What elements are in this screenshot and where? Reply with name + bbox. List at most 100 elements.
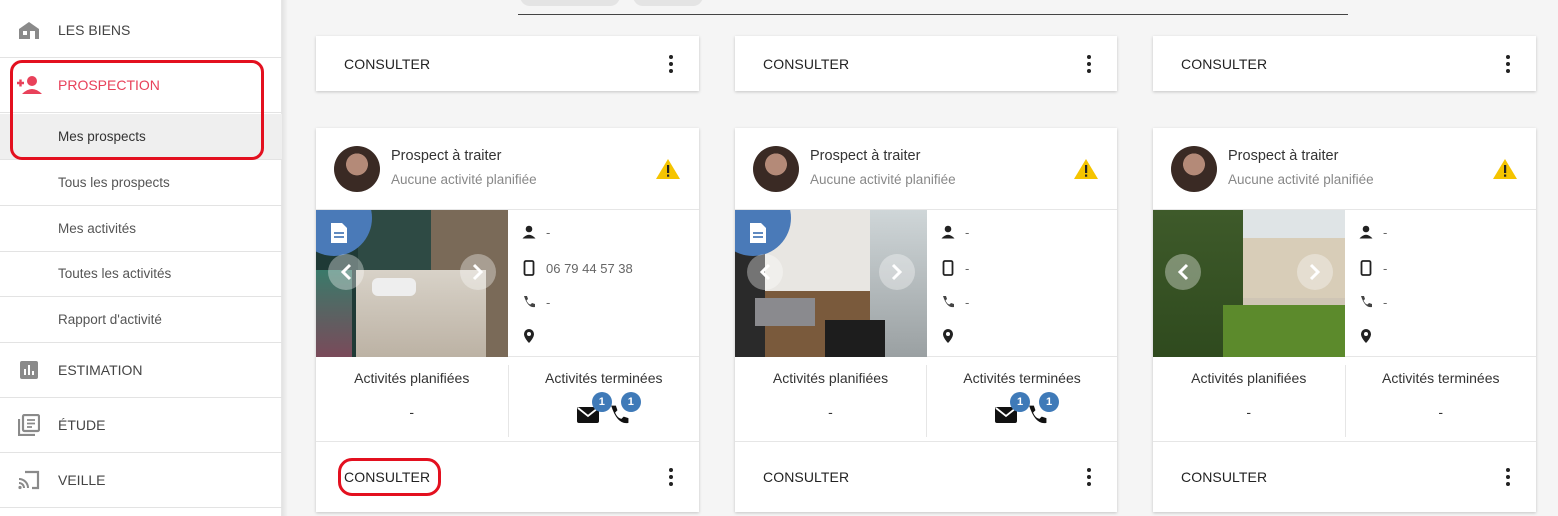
prospect-card-footer: CONSULTER bbox=[316, 442, 699, 512]
completed-activities-label: Activités terminées bbox=[963, 370, 1081, 386]
completed-activities: Activités terminées 1 1 bbox=[926, 365, 1117, 437]
consulter-button[interactable]: CONSULTER bbox=[344, 56, 430, 72]
phone-icon bbox=[1355, 295, 1377, 309]
person-icon bbox=[518, 225, 540, 239]
avatar bbox=[334, 146, 380, 192]
avatar bbox=[1171, 146, 1217, 192]
contact-person-value: - bbox=[546, 224, 551, 240]
contact-location-row bbox=[1355, 326, 1383, 346]
property-photo bbox=[735, 210, 927, 357]
consulter-button[interactable]: CONSULTER bbox=[1181, 469, 1267, 485]
sidebar-item-rapport-activite[interactable]: Rapport d'activité bbox=[0, 297, 282, 343]
filter-chip[interactable] bbox=[633, 0, 703, 6]
planned-activities: Activités planifiées - bbox=[1153, 357, 1345, 442]
prospect-card-footer: CONSULTER bbox=[316, 36, 699, 91]
prospect-card-header: Prospect à traiter Aucune activité plani… bbox=[316, 128, 699, 210]
phone-icon bbox=[937, 295, 959, 309]
planned-activities-label: Activités planifiées bbox=[1191, 370, 1307, 386]
prospect-card: Prospect à traiter Aucune activité plani… bbox=[1153, 128, 1536, 512]
prospect-card-body: - 06 79 44 57 38 - bbox=[316, 210, 699, 357]
prospect-card-footer: CONSULTER bbox=[1153, 442, 1536, 512]
mobile-icon bbox=[937, 260, 959, 276]
more-vert-icon[interactable] bbox=[1506, 468, 1510, 486]
annotation-highlight-oval bbox=[338, 458, 441, 496]
prospect-activity-note: Aucune activité planifiée bbox=[1228, 172, 1374, 187]
sidebar-item-veille[interactable]: VEILLE bbox=[0, 453, 282, 508]
prospect-activity-note: Aucune activité planifiée bbox=[810, 172, 956, 187]
planned-activities: Activités planifiées - bbox=[316, 357, 508, 442]
contact-phone-value: - bbox=[546, 294, 551, 310]
location-pin-icon bbox=[518, 328, 540, 344]
sidebar-item-label: Mes activités bbox=[58, 221, 137, 236]
contact-person-value: - bbox=[1383, 224, 1388, 240]
more-vert-icon[interactable] bbox=[1506, 54, 1510, 73]
warning-icon bbox=[656, 159, 680, 179]
next-photo-button[interactable] bbox=[460, 254, 496, 290]
prospect-status: Prospect à traiter bbox=[810, 148, 921, 164]
warning-icon bbox=[1493, 159, 1517, 179]
completed-activities-label: Activités terminées bbox=[1382, 370, 1500, 386]
next-photo-button[interactable] bbox=[879, 254, 915, 290]
consulter-button[interactable]: CONSULTER bbox=[1181, 56, 1267, 72]
building-icon bbox=[0, 20, 58, 40]
planned-activities-value: - bbox=[828, 404, 833, 420]
prospect-card: Prospect à traiter Aucune activité plani… bbox=[316, 128, 699, 512]
consulter-button[interactable]: CONSULTER bbox=[763, 56, 849, 72]
previous-photo-button[interactable] bbox=[1165, 254, 1201, 290]
consulter-button[interactable]: CONSULTER bbox=[763, 469, 849, 485]
sidebar-item-tous-les-prospects[interactable]: Tous les prospects bbox=[0, 160, 282, 206]
more-vert-icon[interactable] bbox=[669, 54, 673, 73]
contact-location-row bbox=[518, 326, 546, 346]
prospect-card: Prospect à traiter Aucune activité plani… bbox=[735, 128, 1117, 512]
next-photo-button[interactable] bbox=[1297, 254, 1333, 290]
previous-photo-button[interactable] bbox=[328, 254, 364, 290]
more-vert-icon[interactable] bbox=[1087, 54, 1091, 73]
mobile-icon bbox=[1355, 260, 1377, 276]
sidebar-item-label: Rapport d'activité bbox=[58, 312, 162, 327]
more-vert-icon[interactable] bbox=[1087, 468, 1091, 486]
contact-mobile-row: - bbox=[937, 258, 969, 278]
contact-mobile-value[interactable]: 06 79 44 57 38 bbox=[546, 261, 633, 276]
chevron-right-icon bbox=[1309, 263, 1321, 281]
sidebar-item-les-biens[interactable]: LES BIENS bbox=[0, 3, 282, 58]
sidebar-item-estimation[interactable]: ESTIMATION bbox=[0, 343, 282, 398]
sidebar-item-label: ESTIMATION bbox=[58, 362, 143, 378]
sidebar-item-toutes-les-activites[interactable]: Toutes les activités bbox=[0, 251, 282, 297]
more-vert-icon[interactable] bbox=[669, 468, 673, 486]
sidebar-item-label: VEILLE bbox=[58, 472, 106, 488]
sidebar-item-etude[interactable]: ÉTUDE bbox=[0, 398, 282, 453]
contact-location-row bbox=[937, 326, 965, 346]
filter-chip[interactable] bbox=[520, 0, 620, 6]
prospect-activity-stats: Activités planifiées - Activités terminé… bbox=[316, 357, 699, 442]
chevron-left-icon bbox=[759, 263, 771, 281]
contact-phone-row: - bbox=[1355, 292, 1387, 312]
prospect-card-footer: CONSULTER bbox=[735, 442, 1117, 512]
prospect-status: Prospect à traiter bbox=[391, 148, 502, 164]
sidebar: LES BIENS PROSPECTION Mes prospects Tous… bbox=[0, 0, 282, 516]
prospect-card-header: Prospect à traiter Aucune activité plani… bbox=[735, 128, 1117, 210]
contact-person-value: - bbox=[965, 224, 970, 240]
contact-mobile-value: - bbox=[1383, 260, 1388, 276]
sidebar-item-label: ÉTUDE bbox=[58, 417, 106, 433]
prospect-card-body: - - - bbox=[735, 210, 1117, 357]
location-pin-icon bbox=[1355, 328, 1377, 344]
prospect-activity-stats: Activités planifiées - Activités terminé… bbox=[1153, 357, 1536, 442]
document-icon bbox=[750, 223, 766, 243]
top-bar bbox=[288, 0, 1558, 18]
person-icon bbox=[937, 225, 959, 239]
contact-mobile-row: - bbox=[1355, 258, 1387, 278]
chevron-right-icon bbox=[472, 263, 484, 281]
mobile-icon bbox=[518, 260, 540, 276]
completed-activities-icons: 1 1 bbox=[986, 392, 1059, 428]
completed-activities: Activités terminées - bbox=[1344, 365, 1537, 437]
completed-activities-label: Activités terminées bbox=[545, 370, 663, 386]
sidebar-shadow bbox=[282, 0, 288, 516]
planned-activities: Activités planifiées - bbox=[735, 357, 926, 442]
previous-photo-button[interactable] bbox=[747, 254, 783, 290]
sidebar-item-label: Tous les prospects bbox=[58, 175, 170, 190]
contact-phone-row: - bbox=[518, 292, 550, 312]
person-icon bbox=[1355, 225, 1377, 239]
planned-activities-value: - bbox=[409, 404, 415, 420]
sidebar-item-mes-activites[interactable]: Mes activités bbox=[0, 206, 282, 252]
contact-person-row: - bbox=[518, 222, 550, 242]
